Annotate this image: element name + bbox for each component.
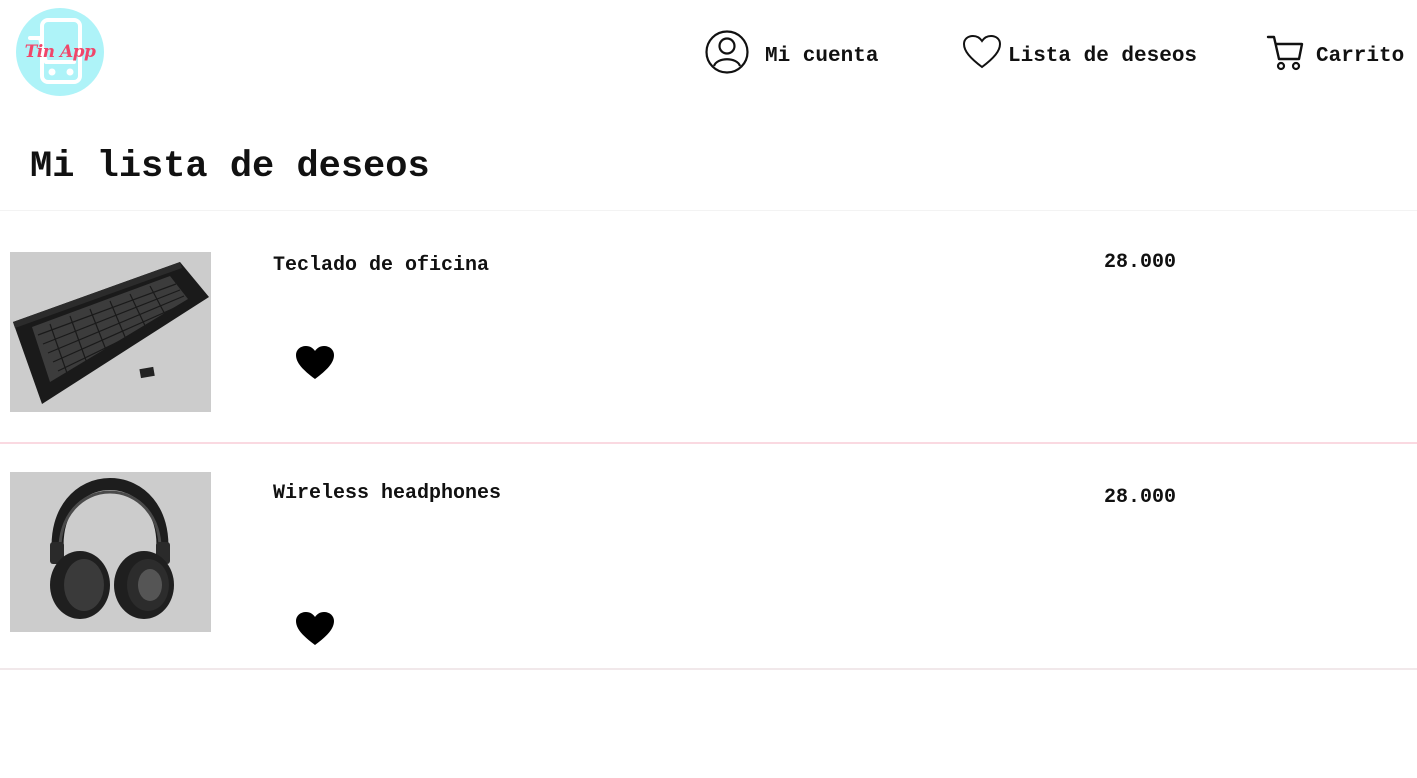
headphones-image[interactable]	[10, 472, 211, 632]
nav-wishlist[interactable]: Lista de deseos	[962, 30, 1197, 74]
user-circle-icon	[705, 30, 749, 74]
nav-my-account-label: Mi cuenta	[765, 44, 879, 68]
nav-cart[interactable]: Carrito	[1266, 30, 1404, 74]
heart-filled-icon	[296, 612, 334, 645]
cart-icon	[1266, 35, 1304, 71]
item-name[interactable]: Wireless headphones	[273, 482, 501, 505]
heart-filled-icon	[296, 346, 334, 379]
item-price: 28.000	[1104, 486, 1177, 509]
heart-outline-icon	[962, 34, 1002, 69]
nav-cart-label: Carrito	[1316, 44, 1405, 68]
logo-text: Tin App	[24, 42, 96, 62]
logo[interactable]: Tin App	[16, 8, 104, 96]
nav-wishlist-label: Lista de deseos	[1008, 44, 1198, 68]
wishlist-item: Teclado de oficina 28.000	[0, 211, 1417, 444]
page-title: Mi lista de deseos	[30, 146, 430, 188]
remove-favorite-button[interactable]	[294, 611, 336, 647]
header: Tin App Mi cuenta Lista de deseos Carrit…	[0, 0, 1417, 110]
item-name[interactable]: Teclado de oficina	[273, 254, 489, 277]
keyboard-image[interactable]	[10, 252, 211, 412]
nav-my-account[interactable]: Mi cuenta	[705, 30, 878, 74]
item-price: 28.000	[1104, 251, 1177, 274]
wishlist-item: Wireless headphones 28.000	[0, 444, 1417, 670]
wishlist-page: Tin App Mi cuenta Lista de deseos Carrit…	[0, 0, 1417, 778]
remove-favorite-button[interactable]	[294, 345, 336, 381]
